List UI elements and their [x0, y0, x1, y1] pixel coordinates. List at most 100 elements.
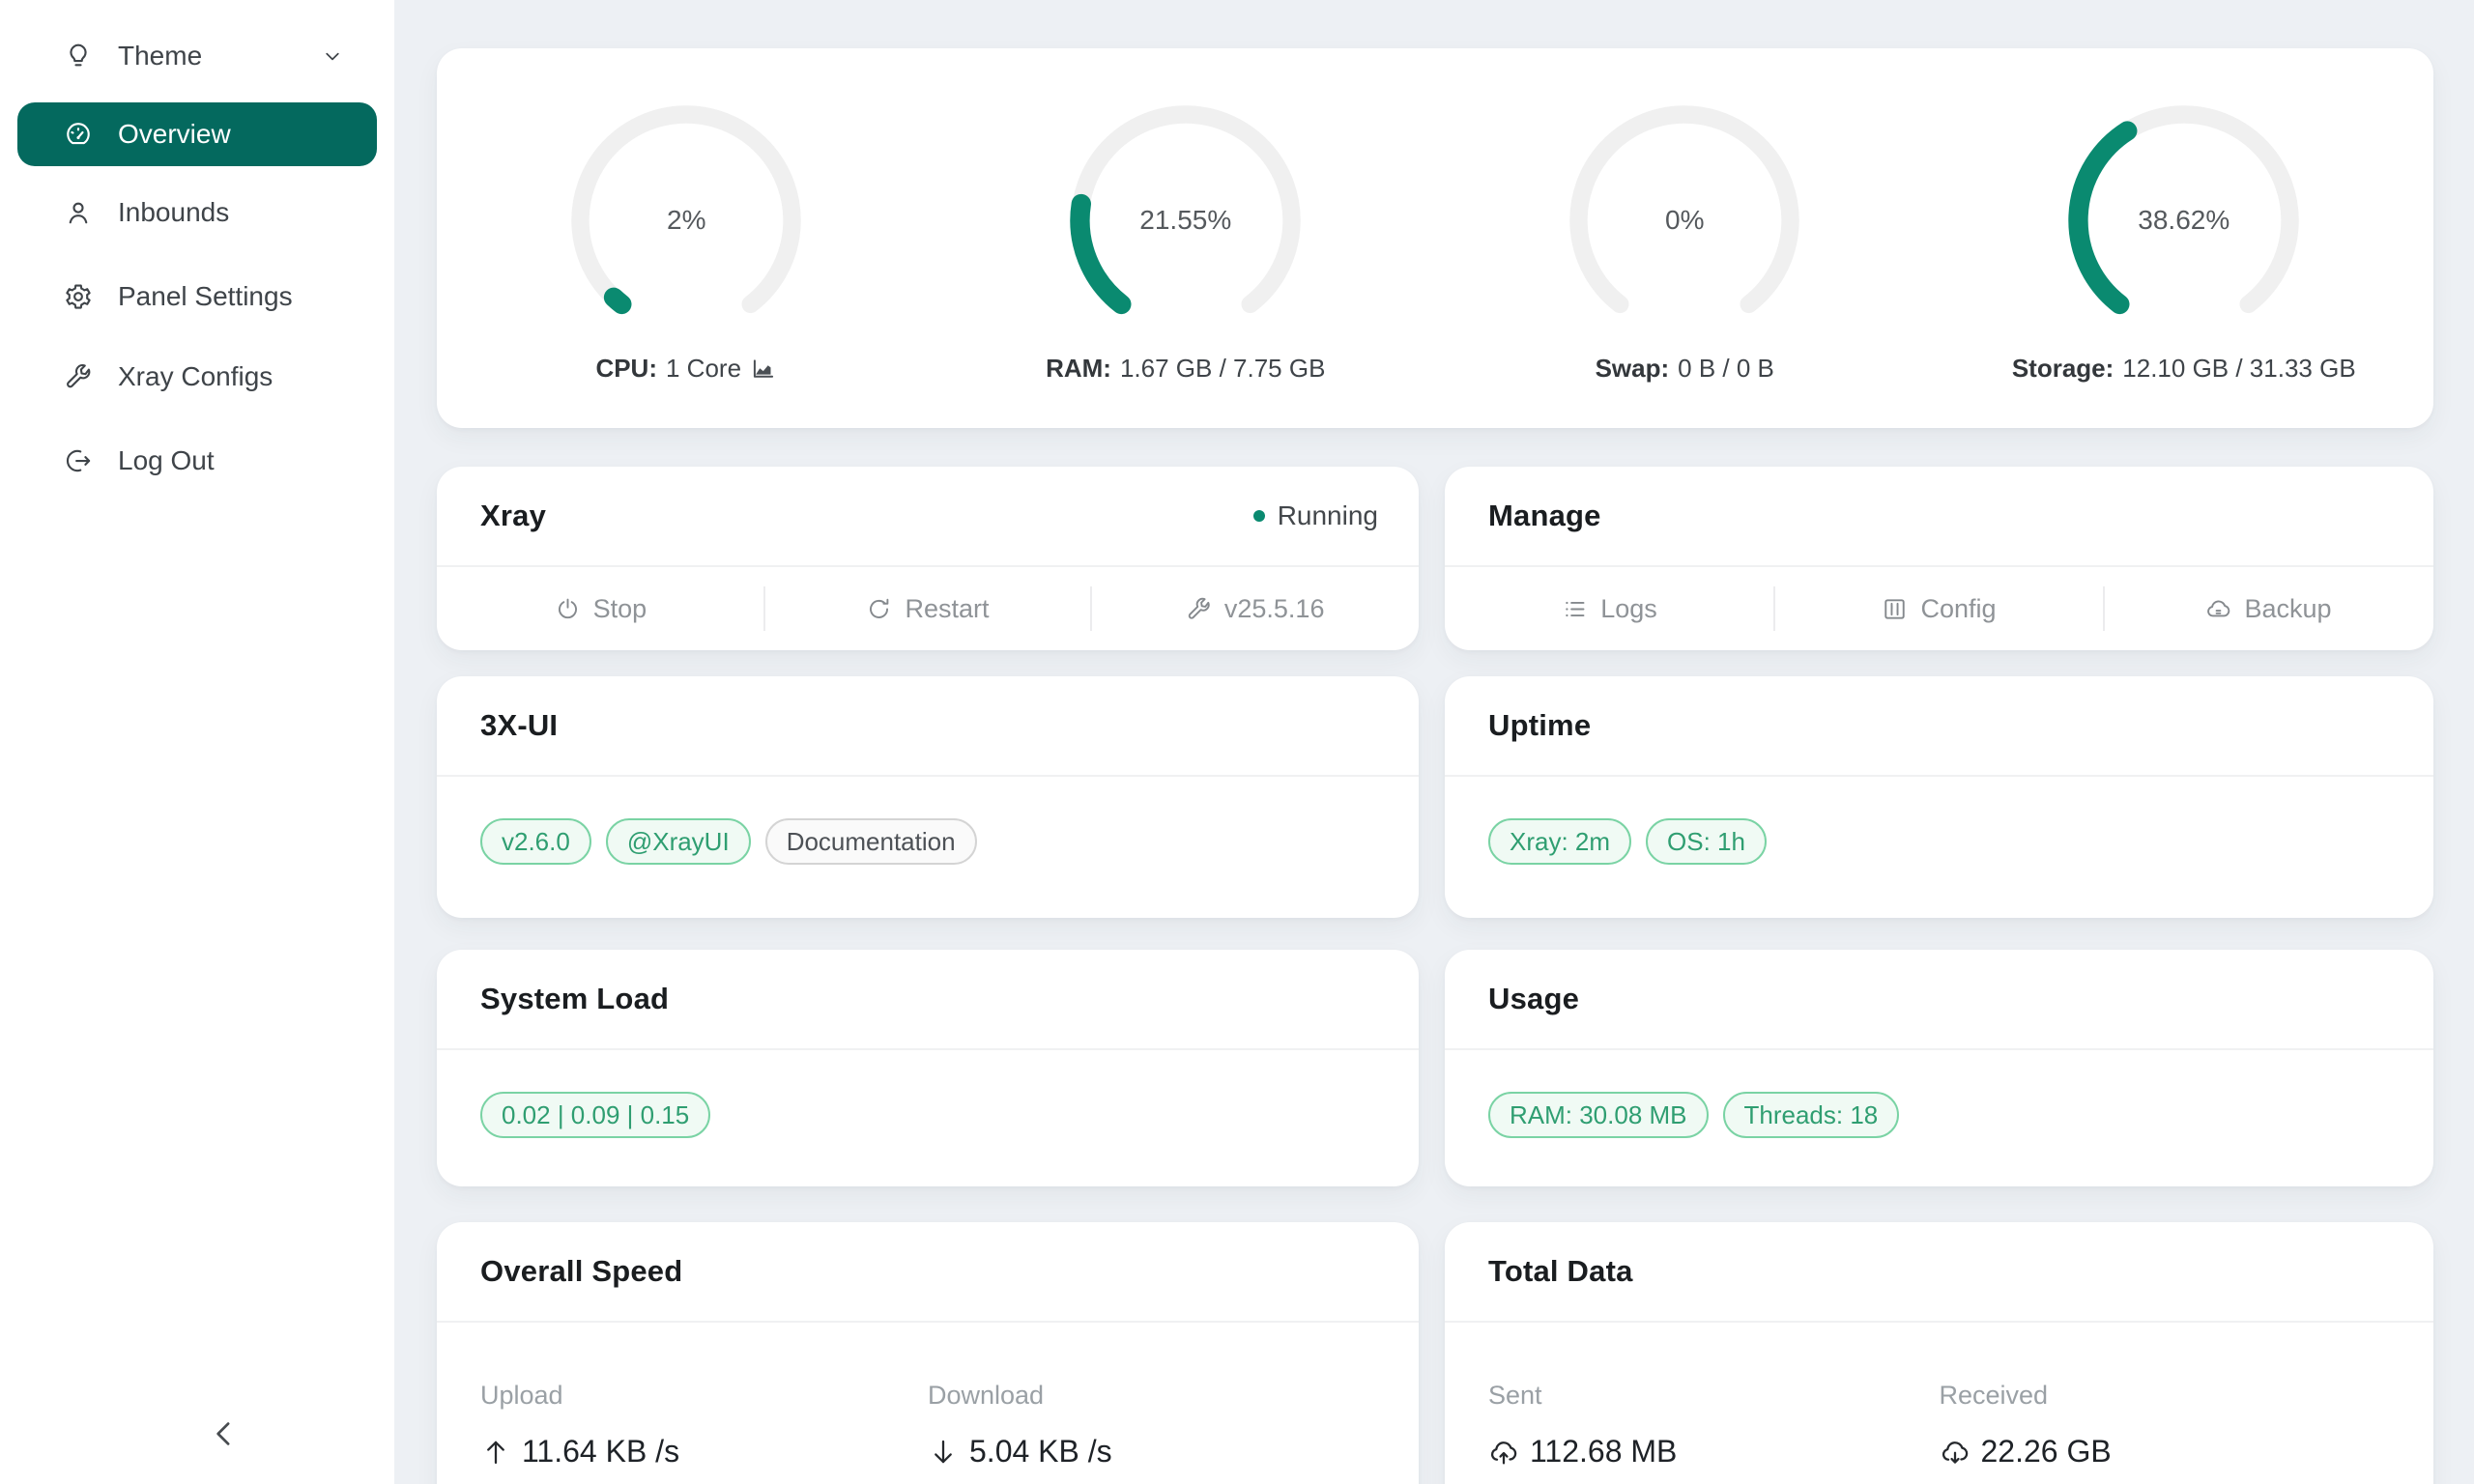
gauge-label: CPU: 1 Core [595, 354, 777, 384]
sidebar-item-label: Overview [118, 119, 231, 150]
sidebar-collapse-button[interactable] [189, 1407, 259, 1461]
gauge-ring: 0% [1563, 99, 1806, 342]
gear-icon [64, 282, 93, 311]
stop-button[interactable]: Stop [437, 567, 764, 650]
gauge-label: RAM: 1.67 GB / 7.75 GB [1046, 354, 1325, 384]
wrench-icon [64, 362, 93, 391]
xui-badges: v2.6.0 @XrayUI Documentation [437, 777, 1419, 906]
stat-value-text: 11.64 KB /s [522, 1434, 679, 1470]
logs-button-label: Logs [1600, 594, 1657, 624]
backup-button-label: Backup [2244, 594, 2331, 624]
gauge-label-key: CPU: [595, 354, 657, 384]
stat-value-text: 5.04 KB /s [969, 1434, 1112, 1470]
badge-os-1h: OS: 1h [1646, 818, 1767, 865]
power-icon [555, 596, 581, 622]
sidebar-item-panel-settings[interactable]: Panel Settings [0, 265, 394, 328]
gauge-cpu: 2% CPU: 1 Core [437, 48, 936, 428]
sidebar-item-label: Log Out [118, 445, 215, 476]
arrow-down-icon [928, 1437, 959, 1468]
stop-button-label: Stop [593, 594, 647, 624]
sidebar-item-label: Xray Configs [118, 361, 273, 392]
system-load-card-title: System Load [480, 982, 669, 1016]
gauge-percent: 21.55% [1064, 99, 1308, 342]
badge-threads-18: Threads: 18 [1723, 1092, 1900, 1138]
bulb-icon [64, 42, 93, 71]
xui-card: 3X-UI v2.6.0@XrayUIDocumentation [437, 676, 1419, 918]
stat-label: Received [1940, 1381, 2391, 1411]
gauge-label-key: Swap: [1596, 354, 1670, 384]
total-data-stats: Sent 112.68 MB Received 22.26 GB [1445, 1381, 2433, 1470]
badge-documentation[interactable]: Documentation [765, 818, 977, 865]
total-data-card-title: Total Data [1488, 1254, 1633, 1289]
stat-value: 22.26 GB [1940, 1434, 2391, 1470]
arrow-up-icon [480, 1437, 511, 1468]
config-button-label: Config [1920, 594, 1996, 624]
restart-button-label: Restart [905, 594, 989, 624]
gauge-ring: 38.62% [2062, 99, 2306, 342]
system-load-card: System Load 0.02 | 0.09 | 0.15 [437, 950, 1419, 1186]
gauge-label-value: 0 B / 0 B [1678, 354, 1774, 384]
badge-v2-6-0: v2.6.0 [480, 818, 591, 865]
overall-speed-card: Overall Speed Upload 11.64 KB /s Download 5… [437, 1222, 1419, 1484]
chevron-left-icon[interactable] [206, 1415, 243, 1452]
list-icon [1562, 596, 1588, 622]
stat-label: Upload [480, 1381, 928, 1411]
wrench-icon [1186, 596, 1212, 622]
uptime-badges: Xray: 2mOS: 1h [1445, 777, 2433, 906]
gauge-label: Storage: 12.10 GB / 31.33 GB [2012, 354, 2356, 384]
xray-actions: Stop Restart v25.5.16 [437, 567, 1419, 650]
status-label: Running [1278, 500, 1378, 531]
sidebar-item-inbounds[interactable]: Inbounds [0, 181, 394, 244]
backup-button[interactable]: Backup [2104, 567, 2433, 650]
gauge-storage: 38.62% Storage: 12.10 GB / 31.33 GB [1935, 48, 2434, 428]
sidebar-item-log-out[interactable]: Log Out [0, 429, 394, 493]
sidebar-item-theme[interactable]: Theme [0, 24, 394, 88]
config-button[interactable]: Config [1774, 567, 2104, 650]
overall-speed-stats: Upload 11.64 KB /s Download 5.04 KB /s [437, 1381, 1419, 1470]
chart-icon[interactable] [750, 356, 777, 383]
uptime-card: Uptime Xray: 2mOS: 1h [1445, 676, 2433, 918]
stat-value: 5.04 KB /s [928, 1434, 1375, 1470]
xray-card-title: Xray [480, 499, 546, 533]
stat-sent: Sent 112.68 MB [1488, 1381, 1940, 1470]
logs-button[interactable]: Logs [1445, 567, 1774, 650]
sidebar-item-overview[interactable]: Overview [17, 102, 377, 166]
badge-xrayui: @XrayUI [606, 818, 751, 865]
badge-0-02-0-09-0-15: 0.02 | 0.09 | 0.15 [480, 1092, 710, 1138]
cloud-download-icon [1940, 1437, 1971, 1468]
gauge-percent: 2% [564, 99, 808, 342]
sidebar-item-xray-configs[interactable]: Xray Configs [0, 345, 394, 409]
sidebar-item-label: Panel Settings [118, 281, 293, 312]
stat-value: 112.68 MB [1488, 1434, 1940, 1470]
manage-card-title: Manage [1488, 499, 1601, 533]
stat-value: 11.64 KB /s [480, 1434, 928, 1470]
stat-value-text: 112.68 MB [1530, 1434, 1677, 1470]
user-icon [64, 198, 93, 227]
divider [1445, 1321, 2433, 1323]
total-data-card: Total Data Sent 112.68 MB Received 22.26 GB [1445, 1222, 2433, 1484]
version-button-label: v25.5.16 [1224, 594, 1325, 624]
version-button[interactable]: v25.5.16 [1091, 567, 1419, 650]
stat-value-text: 22.26 GB [1981, 1434, 2112, 1470]
restart-button[interactable]: Restart [764, 567, 1092, 650]
stat-label: Download [928, 1381, 1375, 1411]
gauge-percent: 0% [1563, 99, 1806, 342]
stat-label: Sent [1488, 1381, 1940, 1411]
dashboard-icon [64, 120, 93, 149]
overall-speed-card-title: Overall Speed [480, 1254, 682, 1289]
gauge-label-key: Storage: [2012, 354, 2114, 384]
usage-card-title: Usage [1488, 982, 1579, 1016]
manage-actions: Logs Config Backup [1445, 567, 2433, 650]
logout-icon [64, 446, 93, 475]
gauge-ring: 2% [564, 99, 808, 342]
stat-upload: Upload 11.64 KB /s [480, 1381, 928, 1470]
gauge-ram: 21.55% RAM: 1.67 GB / 7.75 GB [936, 48, 1436, 428]
gauges-row: 2% CPU: 1 Core 21.55% RAM: 1.67 GB / 7.75 G… [437, 48, 2433, 428]
status-dot [1253, 510, 1265, 522]
stat-received: Received 22.26 GB [1940, 1381, 2391, 1470]
badge-ram-30-08-mb: RAM: 30.08 MB [1488, 1092, 1709, 1138]
reload-icon [866, 596, 892, 622]
system-load-badges: 0.02 | 0.09 | 0.15 [437, 1050, 1419, 1180]
gauge-percent: 38.62% [2062, 99, 2306, 342]
gauge-ring: 21.55% [1064, 99, 1308, 342]
